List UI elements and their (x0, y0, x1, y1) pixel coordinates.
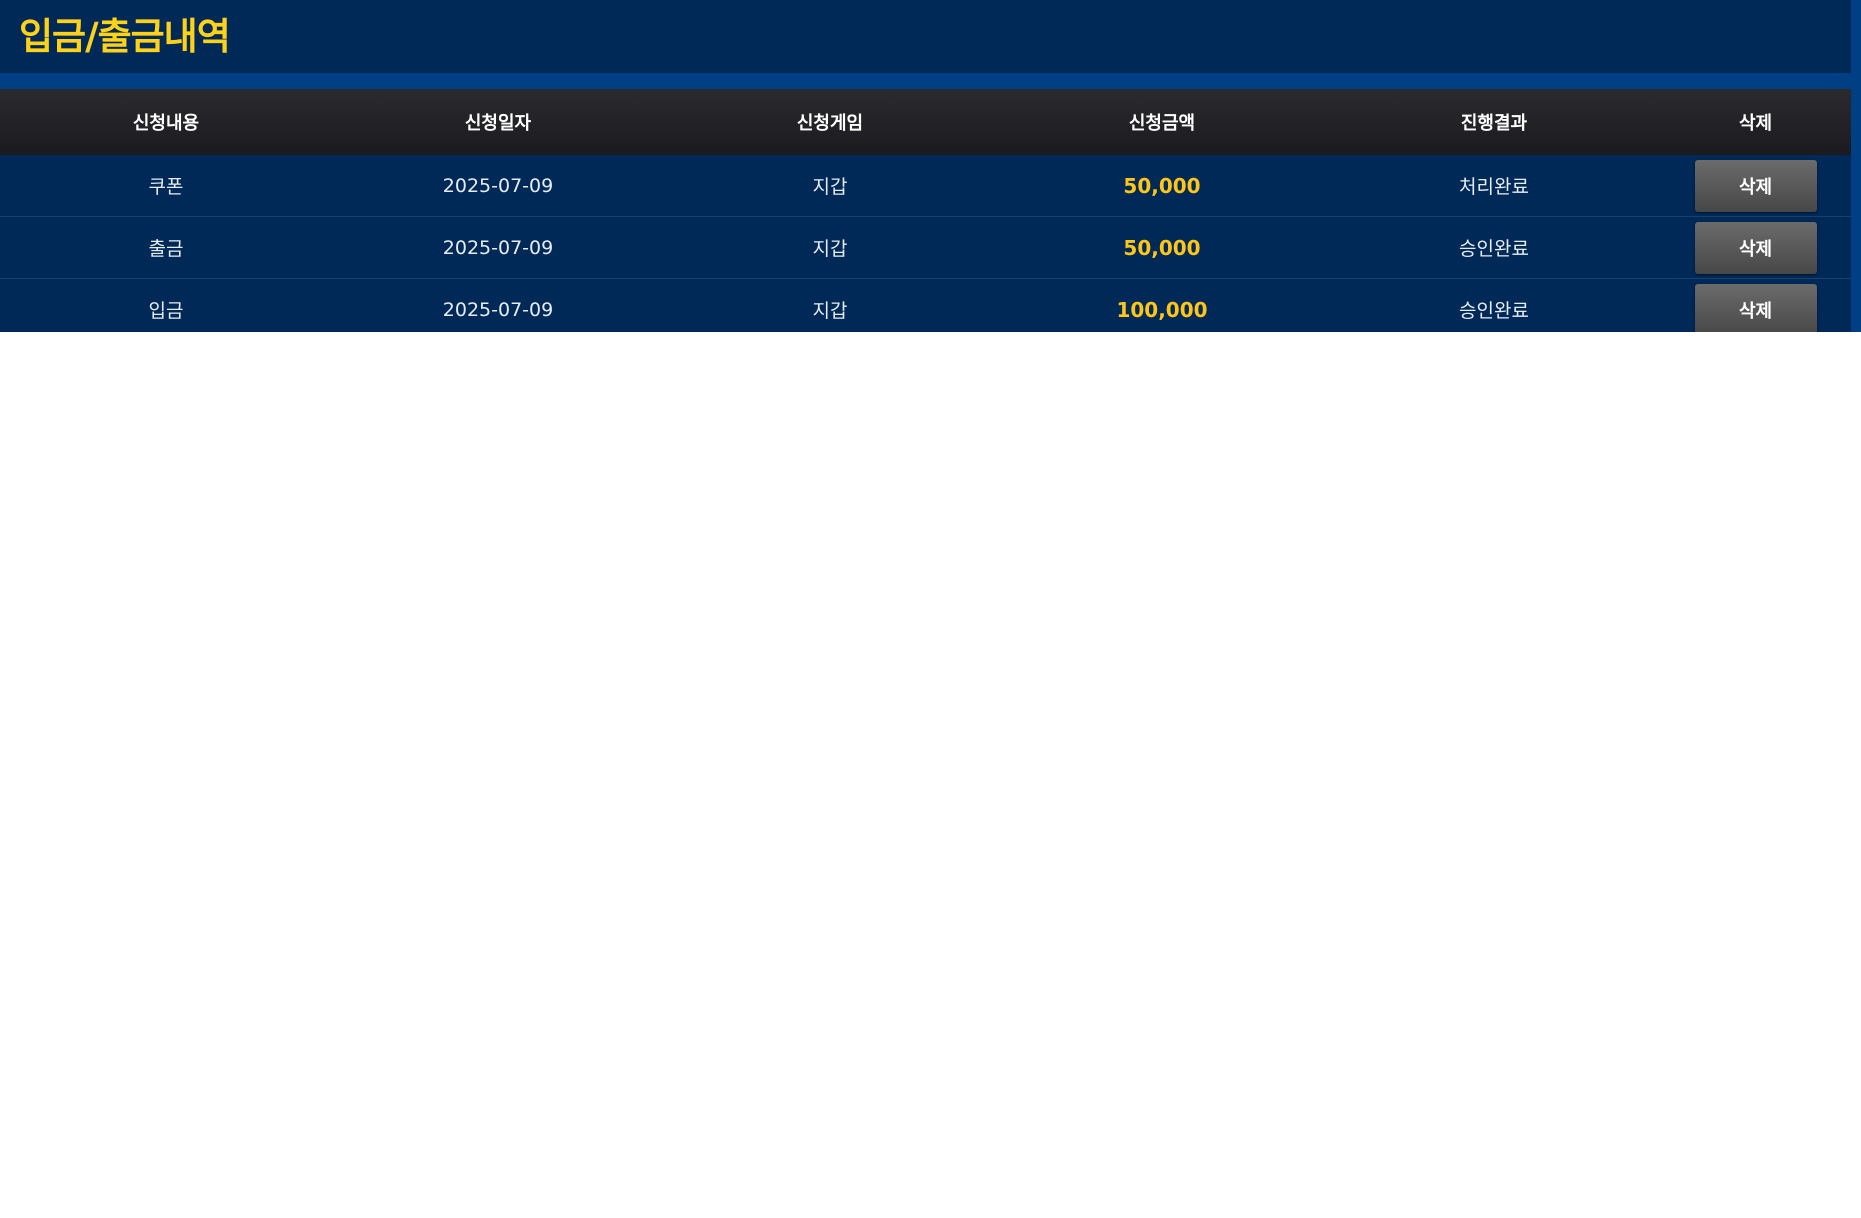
header-game: 신청게임 (796, 113, 864, 134)
title-bar: 입금/출금내역 (0, 0, 1851, 73)
row-delete-cell: 삭제 (1660, 217, 1851, 278)
row-game: 지갑 (812, 176, 848, 198)
row-type: 쿠폰 (148, 176, 184, 198)
row-type: 출금 (148, 238, 184, 260)
scrollbar-track[interactable] (1851, 0, 1861, 332)
row-amount: 50,000 (1123, 235, 1201, 260)
row-status: 승인완료 (1459, 300, 1529, 322)
delete-button[interactable]: 삭제 (1694, 159, 1817, 212)
table-row: 쿠폰 2025-07-09 지갑 50,000 처리완료 삭제 (0, 155, 1851, 217)
delete-button[interactable]: 삭제 (1694, 283, 1817, 332)
header-amount: 신청금액 (1128, 113, 1196, 134)
row-date: 2025-07-09 (442, 174, 554, 197)
row-date: 2025-07-09 (442, 298, 554, 321)
table-header: 신청내용 신청일자 신청게임 신청금액 진행결과 삭제 (0, 89, 1851, 155)
header-status: 진행결과 (1460, 113, 1528, 134)
row-delete-cell: 삭제 (1660, 155, 1851, 216)
header-date: 신청일자 (464, 113, 532, 134)
row-status: 승인완료 (1459, 238, 1529, 260)
delete-button[interactable]: 삭제 (1694, 221, 1817, 274)
row-game: 지갑 (812, 238, 848, 260)
title-divider (0, 73, 1851, 89)
row-delete-cell: 삭제 (1660, 279, 1851, 332)
table-row: 입금 2025-07-09 지갑 100,000 승인완료 삭제 (0, 279, 1851, 332)
row-status: 처리완료 (1459, 176, 1529, 198)
header-delete: 삭제 (1738, 113, 1773, 134)
page-title: 입금/출금내역 (19, 15, 231, 58)
history-panel: 입금/출금내역 신청내용 신청일자 신청게임 신청금액 진행결과 삭제 쿠폰 2… (0, 0, 1861, 332)
row-amount: 100,000 (1116, 297, 1208, 322)
row-amount: 50,000 (1123, 173, 1201, 198)
table-row: 출금 2025-07-09 지갑 50,000 승인완료 삭제 (0, 217, 1851, 279)
row-game: 지갑 (812, 300, 848, 322)
row-date: 2025-07-09 (442, 236, 554, 259)
row-type: 입금 (148, 300, 184, 322)
history-table: 신청내용 신청일자 신청게임 신청금액 진행결과 삭제 쿠폰 2025-07-0… (0, 89, 1851, 332)
header-type: 신청내용 (132, 113, 200, 134)
